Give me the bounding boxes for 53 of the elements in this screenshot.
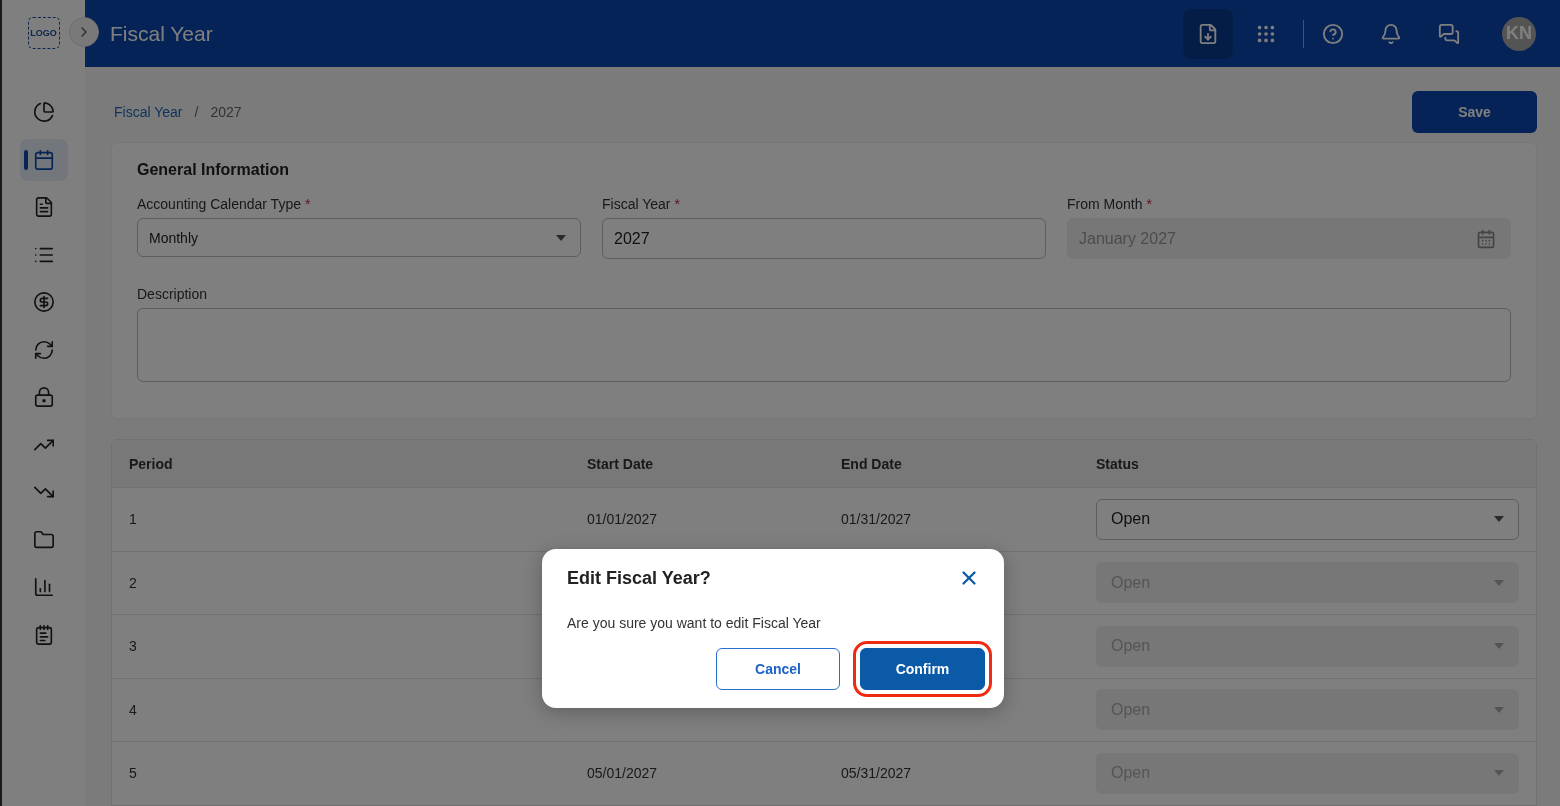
field-label: Fiscal Year * [602,196,681,212]
pie-chart-icon [32,101,55,123]
dialog-message: Are you sure you want to edit Fiscal Year [567,615,822,631]
dollar-icon [32,291,55,313]
dialog-title: Edit Fiscal Year? [567,567,711,589]
breadcrumb-current: 2027 [210,104,242,120]
table-cell: 3 [129,638,137,655]
column-header: Status [1096,455,1140,472]
status-select[interactable]: Open [1096,498,1519,540]
bar-chart-icon [32,576,55,598]
required-asterisk: * [304,196,311,212]
table-cell: 1 [129,511,137,528]
field-label: From Month * [1067,196,1153,212]
section-title: General Information [137,161,291,179]
calendar-icon [32,148,55,171]
dropdown-caret-icon [1494,706,1504,713]
calendar-type-select[interactable]: Monthly [137,218,581,257]
column-header: Start Date [587,455,655,472]
breadcrumb-link[interactable]: Fiscal Year [114,104,183,120]
field-label: Accounting Calendar Type * [137,196,312,212]
table-cell: 4 [129,701,137,718]
table-cell: 5 [129,765,137,782]
dropdown-caret-icon [1494,643,1504,650]
table-cell: 05/01/2027 [587,765,658,782]
lock-icon [32,386,55,408]
table-cell: 01/31/2027 [841,511,912,528]
description-field[interactable] [137,308,1511,382]
table-cell: 2 [129,574,137,591]
sidebar-item[interactable] [19,138,68,181]
table-cell: 01/01/2027 [587,511,658,528]
required-asterisk: * [674,196,680,212]
dropdown-caret-icon [556,234,566,241]
cancel-button[interactable]: Cancel [716,648,840,690]
page-title: Fiscal Year [110,21,214,46]
fiscal-year-field[interactable]: 2027 [602,218,1046,259]
dropdown-caret-icon [1494,516,1504,523]
help-icon [1322,22,1344,45]
chat-bubbles-icon [1438,22,1460,45]
dropdown-caret-icon [1494,770,1504,777]
logo: LOGO [27,17,60,49]
download-file-button[interactable] [1183,8,1233,59]
column-header: End Date [841,455,903,472]
save-button[interactable]: Save [1412,91,1537,133]
dropdown-caret-icon [1494,579,1504,586]
file-download-icon [1197,22,1219,45]
breadcrumb-separator: / [194,104,199,120]
bell-icon [1380,22,1402,45]
field-label: Description [137,286,209,302]
confirm-button[interactable]: Confirm [860,648,985,690]
table-cell: 05/31/2027 [841,765,912,782]
column-header: Period [129,455,174,472]
folder-icon [32,528,55,551]
required-asterisk: * [1146,196,1152,212]
